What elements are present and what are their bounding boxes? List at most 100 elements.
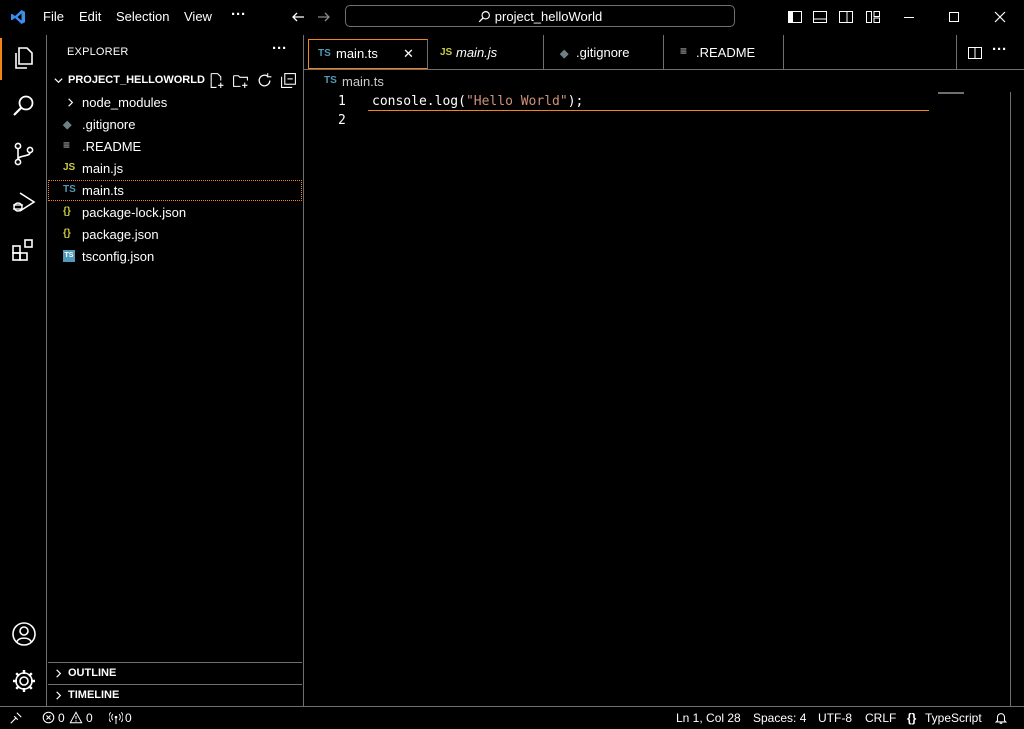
tab-actions-divider xyxy=(956,35,957,69)
tab-gitignore[interactable]: ◆ .gitignore xyxy=(544,35,664,70)
project-folder-header[interactable]: PROJECT_HELLOWORLD xyxy=(48,70,302,91)
code-token-paren: ( xyxy=(458,94,466,109)
explorer-sidebar: EXPLORER ··· PROJECT_HELLOWORLD node_mod… xyxy=(47,35,304,706)
menu-selection[interactable]: Selection xyxy=(116,9,169,24)
editor-tabs: TS main.ts ✕ JS main.js ◆ .gitignore ≡ .… xyxy=(304,35,1024,70)
tab-label: main.ts xyxy=(336,46,378,61)
toggle-secondary-sidebar-icon[interactable] xyxy=(838,9,854,25)
code-editor[interactable]: 1 2 console.log("Hello World"); xyxy=(304,92,1010,706)
explorer-icon[interactable] xyxy=(10,44,38,72)
tree-item-label: .README xyxy=(82,139,142,154)
error-icon xyxy=(42,711,55,724)
tree-item-tsconfig-json[interactable]: TS tsconfig.json xyxy=(48,246,302,267)
tree-item-main-ts[interactable]: TS main.ts xyxy=(48,180,302,201)
warning-count: 0 xyxy=(86,711,93,725)
broadcast-ports-icon[interactable] xyxy=(109,711,123,725)
code-token-string: "Hello World" xyxy=(465,94,568,109)
search-view-icon[interactable] xyxy=(10,92,38,120)
remote-icon[interactable] xyxy=(9,711,23,725)
outline-label: OUTLINE xyxy=(68,667,117,679)
line-number: 2 xyxy=(338,113,346,128)
tab-label: .gitignore xyxy=(576,45,630,60)
new-file-icon[interactable] xyxy=(208,72,225,89)
text-file-icon: ≡ xyxy=(63,138,71,152)
menu-more[interactable]: ··· xyxy=(231,6,246,23)
outline-section-header[interactable]: OUTLINE xyxy=(48,662,302,684)
chevron-down-icon xyxy=(54,78,63,84)
search-icon xyxy=(478,11,490,23)
toggle-panel-icon[interactable] xyxy=(812,9,828,25)
menu-file[interactable]: File xyxy=(43,9,64,24)
code-token-object: console xyxy=(372,94,427,109)
tree-item-main-js[interactable]: JS main.js xyxy=(48,158,302,179)
file-encoding[interactable]: UTF-8 xyxy=(818,711,852,725)
menu-view[interactable]: View xyxy=(184,9,212,24)
tree-item-label: node_modules xyxy=(82,95,168,110)
line-number: 1 xyxy=(338,94,346,109)
tree-item-label: package.json xyxy=(82,227,159,242)
git-file-icon: ◆ xyxy=(63,119,72,131)
git-file-icon: ◆ xyxy=(560,48,569,60)
javascript-file-icon: JS xyxy=(440,47,453,58)
code-line-1[interactable]: console.log("Hello World"); xyxy=(372,94,583,109)
timeline-label: TIMELINE xyxy=(68,689,120,701)
text-file-icon: ≡ xyxy=(680,44,688,58)
tree-item-label: .gitignore xyxy=(82,117,136,132)
minimize-icon[interactable] xyxy=(901,9,917,25)
tree-item-readme[interactable]: ≡ .README xyxy=(48,136,302,157)
settings-gear-icon[interactable] xyxy=(10,667,38,695)
command-center-search[interactable]: project_helloWorld xyxy=(345,5,735,27)
close-window-icon[interactable] xyxy=(992,9,1008,25)
indentation-setting[interactable]: Spaces: 4 xyxy=(753,711,806,725)
maximize-icon[interactable] xyxy=(946,9,962,25)
vertical-scrollbar[interactable] xyxy=(1010,92,1024,706)
tree-item-label: main.js xyxy=(82,161,124,176)
toggle-primary-sidebar-icon[interactable] xyxy=(787,9,803,25)
source-control-icon[interactable] xyxy=(10,140,38,168)
accounts-icon[interactable] xyxy=(10,620,38,648)
customize-layout-icon[interactable] xyxy=(865,9,881,25)
warning-icon xyxy=(69,711,83,724)
tree-item-package-lock-json[interactable]: {} package-lock.json xyxy=(48,202,302,223)
close-tab-icon[interactable]: ✕ xyxy=(403,46,414,62)
tab-main-js[interactable]: JS main.js xyxy=(424,35,544,70)
split-editor-icon[interactable] xyxy=(967,45,983,61)
chevron-right-icon xyxy=(56,669,62,678)
explorer-more-button[interactable]: ··· xyxy=(272,40,287,57)
extensions-icon[interactable] xyxy=(10,236,38,264)
cursor-position[interactable]: Ln 1, Col 28 xyxy=(676,711,741,725)
editor-more-actions[interactable]: ··· xyxy=(992,41,1007,58)
language-braces-icon: {} xyxy=(907,711,917,725)
project-name: PROJECT_HELLOWORLD xyxy=(68,74,205,86)
active-view-indicator xyxy=(0,38,2,80)
tree-item-label: package-lock.json xyxy=(82,205,187,220)
new-folder-icon[interactable] xyxy=(232,72,249,89)
breadcrumb: TS main.ts xyxy=(304,70,1024,92)
notifications-bell-icon[interactable] xyxy=(994,711,1008,725)
tab-main-ts[interactable]: TS main.ts ✕ xyxy=(308,39,428,69)
tree-item-gitignore[interactable]: ◆ .gitignore xyxy=(48,114,302,135)
tree-item-package-json[interactable]: {} package.json xyxy=(48,224,302,245)
tree-item-label: tsconfig.json xyxy=(82,249,155,264)
chevron-right-icon xyxy=(56,691,62,700)
search-text: project_helloWorld xyxy=(494,9,603,24)
timeline-section-header[interactable]: TIMELINE xyxy=(48,684,302,706)
back-arrow-icon[interactable] xyxy=(290,9,306,25)
tsconfig-file-icon: TS xyxy=(63,250,75,262)
run-and-debug-icon[interactable] xyxy=(10,188,38,216)
title-bar: File Edit Selection View ··· project_hel… xyxy=(0,0,1024,35)
tab-readme[interactable]: ≡ .README xyxy=(664,35,784,70)
vscode-logo-icon xyxy=(11,10,25,24)
end-of-line[interactable]: CRLF xyxy=(865,711,896,725)
collapse-all-icon[interactable] xyxy=(280,72,297,89)
code-token-close: ); xyxy=(567,94,584,109)
menu-edit[interactable]: Edit xyxy=(79,9,101,24)
explorer-title: EXPLORER xyxy=(67,46,129,58)
language-mode[interactable]: TypeScript xyxy=(925,711,982,725)
refresh-icon[interactable] xyxy=(256,72,273,89)
forward-arrow-icon[interactable] xyxy=(316,9,332,25)
tree-item-node-modules[interactable]: node_modules xyxy=(48,92,302,113)
breadcrumb-file[interactable]: main.ts xyxy=(342,74,384,89)
ports-count[interactable]: 0 xyxy=(125,711,132,725)
typescript-file-icon: TS xyxy=(324,75,337,86)
